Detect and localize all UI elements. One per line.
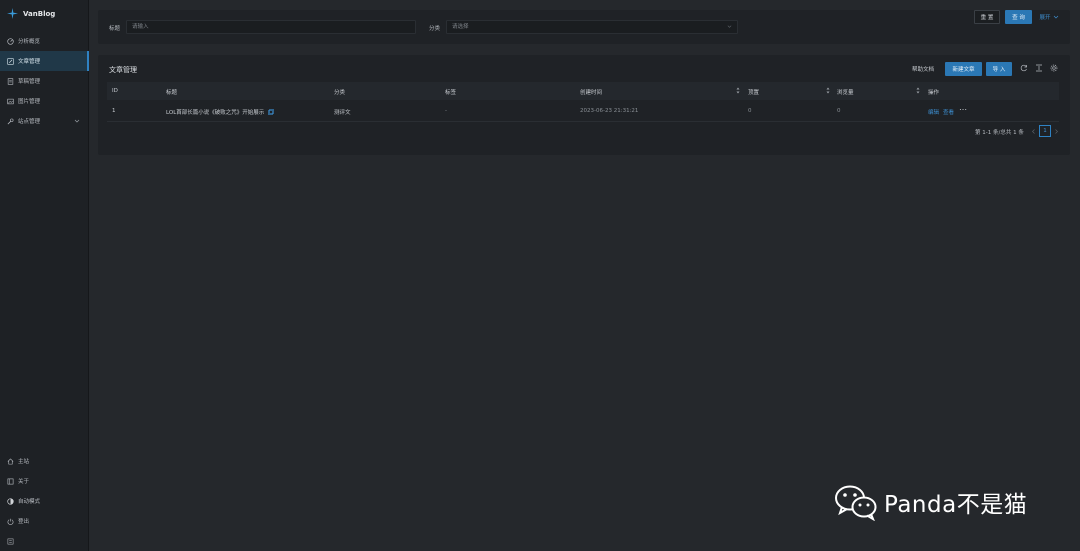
sidebar-item-logout[interactable]: 登出 xyxy=(0,511,89,531)
page-title: 文章管理 xyxy=(109,66,137,74)
category-filter-select[interactable]: 请选择 xyxy=(446,20,738,34)
view-link[interactable]: 查看 xyxy=(943,108,954,116)
chevron-right-icon[interactable] xyxy=(1054,129,1059,134)
sidebar-item-label: 自动模式 xyxy=(18,499,41,505)
cell-title: LOL首部长篇小说《破败之咒》开始展示 xyxy=(166,108,274,116)
reload-icon[interactable] xyxy=(1020,64,1028,72)
sidebar-item-label: 关于 xyxy=(18,479,30,485)
cell-tags: - xyxy=(445,108,447,114)
edit-icon xyxy=(7,57,14,65)
new-article-button[interactable]: 新建文章 xyxy=(945,62,982,76)
column-header-tags[interactable]: 标签 xyxy=(445,88,456,96)
sidebar: VanBlog 分析概览 文章管理 草稿管理 图片管理 站点管理 主站 关于 自… xyxy=(0,0,89,551)
sidebar-item-label: 草稿管理 xyxy=(18,79,41,85)
column-header-title[interactable]: 标题 xyxy=(166,88,177,96)
cell-id: 1 xyxy=(112,108,116,114)
cell-created: 2023-06-23 21:31:21 xyxy=(580,108,639,114)
page-number-current[interactable]: 1 xyxy=(1039,125,1051,137)
article-table-card: 文章管理 帮助文档 新建文章 导 入 ID 标题 分类 标签 创建时间 顶置 浏… xyxy=(98,55,1070,155)
tool-icon xyxy=(7,118,14,124)
category-filter-label: 分类 xyxy=(429,26,441,32)
sort-icon[interactable] xyxy=(916,86,920,95)
sidebar-item-about[interactable]: 关于 xyxy=(0,471,89,491)
column-header-views[interactable]: 浏览量 xyxy=(837,88,854,96)
sort-icon[interactable] xyxy=(826,86,830,95)
home-icon xyxy=(7,457,14,464)
table-header: ID 标题 分类 标签 创建时间 顶置 浏览量 操作 xyxy=(107,82,1059,100)
chevron-left-icon[interactable] xyxy=(1031,129,1036,134)
expand-label: 展开 xyxy=(1039,15,1051,21)
sidebar-item-theme[interactable]: 自动模式 xyxy=(0,491,89,511)
more-icon[interactable]: ⋯ xyxy=(959,105,967,114)
query-button[interactable]: 查 询 xyxy=(1005,10,1032,24)
settings-icon[interactable] xyxy=(1050,64,1058,72)
sidebar-nav: 分析概览 文章管理 草稿管理 图片管理 站点管理 xyxy=(0,31,89,131)
table-row: 1 LOL首部长篇小说《破败之咒》开始展示 测评文 - 2023-06-23 2… xyxy=(107,100,1059,122)
sidebar-item-label: 文章管理 xyxy=(18,59,41,65)
logo-icon xyxy=(7,8,18,19)
sidebar-item-label: 登出 xyxy=(18,519,30,525)
expand-toggle[interactable]: 展开 xyxy=(1036,10,1062,24)
sidebar-item-articles[interactable]: 文章管理 xyxy=(0,51,89,71)
column-header-created[interactable]: 创建时间 xyxy=(580,88,602,96)
column-header-id[interactable]: ID xyxy=(112,88,118,94)
watermark: Panda不是猫 xyxy=(834,483,1027,521)
sidebar-item-images[interactable]: 图片管理 xyxy=(0,91,89,111)
chevron-down-icon[interactable] xyxy=(74,118,80,124)
sidebar-bottom: 主站 关于 自动模式 登出 xyxy=(0,451,89,551)
sidebar-item-home[interactable]: 主站 xyxy=(0,451,89,471)
article-title: LOL首部长篇小说《破败之咒》开始展示 xyxy=(166,110,265,116)
cell-category: 测评文 xyxy=(334,110,351,116)
sidebar-item-label: 站点管理 xyxy=(18,119,41,125)
file-icon xyxy=(7,77,14,85)
sidebar-item-drafts[interactable]: 草稿管理 xyxy=(0,71,89,91)
cell-views: 0 xyxy=(837,108,841,114)
dashboard-icon xyxy=(7,37,14,45)
search-form: 标题 请输入 分类 请选择 重 置 查 询 展开 xyxy=(98,10,1070,44)
sidebar-item-site[interactable]: 站点管理 xyxy=(0,111,89,131)
copy-icon[interactable] xyxy=(268,109,274,115)
title-filter-input[interactable]: 请输入 xyxy=(126,20,416,34)
edit-link[interactable]: 编辑 xyxy=(928,108,939,116)
import-button[interactable]: 导 入 xyxy=(986,62,1012,76)
menu-icon xyxy=(7,538,14,544)
book-icon xyxy=(7,478,14,484)
category-placeholder: 请选择 xyxy=(452,24,469,30)
theme-icon xyxy=(7,497,14,505)
title-filter-label: 标题 xyxy=(109,26,121,32)
sort-icon[interactable] xyxy=(736,86,740,95)
sidebar-collapse[interactable] xyxy=(0,531,89,551)
help-doc-button[interactable]: 帮助文档 xyxy=(906,62,940,76)
chevron-down-icon xyxy=(727,25,732,28)
brand-name: VanBlog xyxy=(23,9,56,18)
cell-top: 0 xyxy=(748,108,752,114)
density-icon[interactable] xyxy=(1035,64,1043,72)
sidebar-item-label: 主站 xyxy=(18,459,30,465)
image-icon xyxy=(7,98,14,104)
sidebar-item-label: 图片管理 xyxy=(18,99,41,105)
chevron-down-icon xyxy=(1053,15,1058,19)
column-header-actions: 操作 xyxy=(928,90,940,96)
column-header-top[interactable]: 顶置 xyxy=(748,88,759,96)
brand[interactable]: VanBlog xyxy=(7,8,55,19)
logout-icon xyxy=(7,518,14,525)
pagination-summary: 第 1-1 条/总共 1 条 xyxy=(975,130,1024,136)
sidebar-item-label: 分析概览 xyxy=(18,39,41,45)
wechat-icon xyxy=(835,485,877,521)
reset-button[interactable]: 重 置 xyxy=(974,10,1000,24)
watermark-text: Panda不是猫 xyxy=(884,492,1028,518)
column-header-category[interactable]: 分类 xyxy=(334,88,345,96)
sidebar-item-dashboard[interactable]: 分析概览 xyxy=(0,31,89,51)
